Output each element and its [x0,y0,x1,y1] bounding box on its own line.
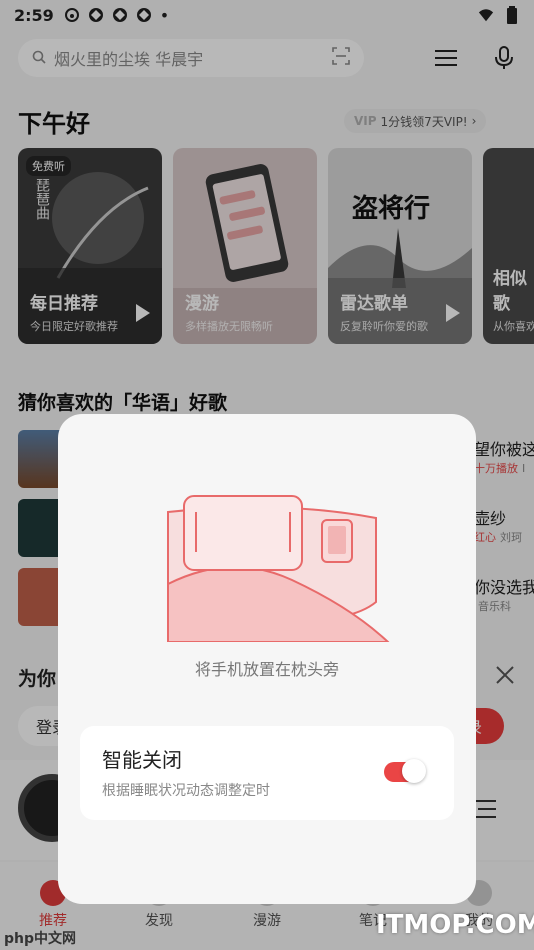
phone-beside-pillow-illustration [150,492,392,643]
setting-title: 智能关闭 [102,748,182,772]
smart-close-dialog: 将手机放置在枕头旁 智能关闭 根据睡眠状况动态调整定时 [58,414,476,904]
toggle-knob [402,759,426,783]
setting-description: 根据睡眠状况动态调整定时 [102,783,270,799]
placement-hint: 将手机放置在枕头旁 [194,660,339,679]
smart-close-setting: 智能关闭 根据睡眠状况动态调整定时 [80,726,454,820]
watermark-right: ITMOP.COM [376,910,534,940]
watermark-left: php中文网 [4,931,77,947]
smart-close-toggle[interactable] [384,759,426,783]
